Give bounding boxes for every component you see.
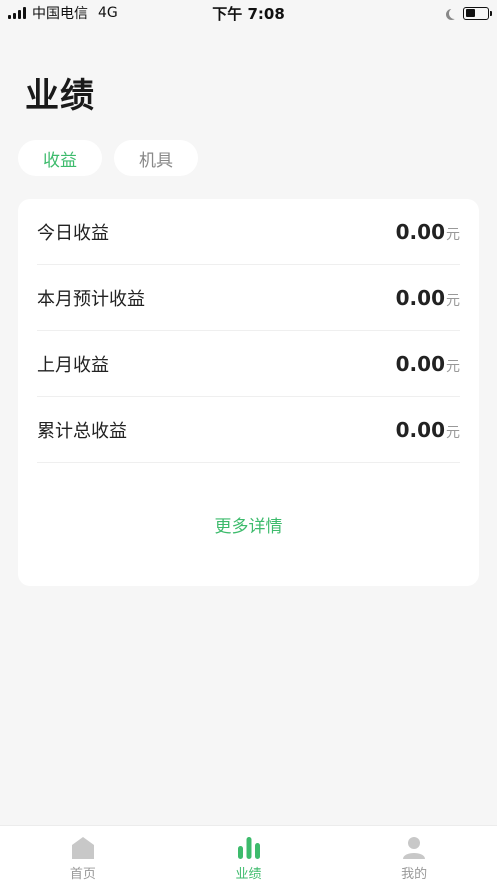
tabbar-label: 我的 [401, 867, 428, 882]
signal-icon [8, 7, 26, 19]
row-value: 0.00 元 [396, 418, 460, 442]
row-unit: 元 [446, 226, 460, 243]
battery-icon [463, 6, 492, 20]
bar-chart-icon [237, 837, 260, 859]
row-amount: 0.00 [395, 285, 445, 310]
more-details-link[interactable]: 更多详情 [18, 512, 479, 537]
earnings-row-total: 累计总收益 0.00 元 [37, 397, 460, 463]
row-amount: 0.00 [395, 417, 445, 442]
tabbar-item-performance[interactable]: 业绩 [166, 826, 332, 883]
status-bar: 中国电信 4G 下午 7:08 [0, 0, 497, 26]
row-amount: 0.00 [395, 351, 445, 376]
row-value: 0.00 元 [396, 220, 460, 244]
tabbar-item-mine[interactable]: 我的 [331, 826, 497, 883]
row-unit: 元 [446, 358, 460, 375]
tabbar-label: 业绩 [235, 867, 262, 882]
earnings-row-month-estimate: 本月预计收益 0.00 元 [37, 265, 460, 331]
row-unit: 元 [446, 292, 460, 309]
tabbar-item-home[interactable]: 首页 [0, 826, 166, 883]
row-value: 0.00 元 [396, 352, 460, 376]
tab-devices[interactable]: 机具 [114, 140, 198, 176]
earnings-row-today: 今日收益 0.00 元 [37, 199, 460, 265]
row-unit: 元 [446, 424, 460, 441]
page-title: 业绩 [25, 76, 95, 116]
row-label: 累计总收益 [37, 420, 127, 442]
row-amount: 0.00 [395, 219, 445, 244]
row-label: 今日收益 [37, 222, 109, 244]
status-bar-left: 中国电信 4G [8, 3, 118, 23]
row-label: 本月预计收益 [37, 288, 145, 310]
earnings-row-last-month: 上月收益 0.00 元 [37, 331, 460, 397]
tabbar-label: 首页 [69, 867, 96, 882]
earnings-card: 今日收益 0.00 元 本月预计收益 0.00 元 上月收益 0.00 元 累计… [18, 199, 479, 586]
carrier-name: 中国电信 [32, 6, 88, 22]
row-value: 0.00 元 [396, 286, 460, 310]
segment-tabs: 收益 机具 [18, 140, 198, 176]
do-not-disturb-icon [449, 8, 460, 19]
bottom-tab-bar: 首页 业绩 我的 [0, 825, 497, 883]
tab-earnings[interactable]: 收益 [18, 140, 102, 176]
network-type: 4G [98, 5, 118, 21]
status-bar-right [446, 6, 492, 20]
user-icon [403, 837, 426, 859]
row-label: 上月收益 [37, 354, 109, 376]
home-icon [71, 837, 94, 859]
